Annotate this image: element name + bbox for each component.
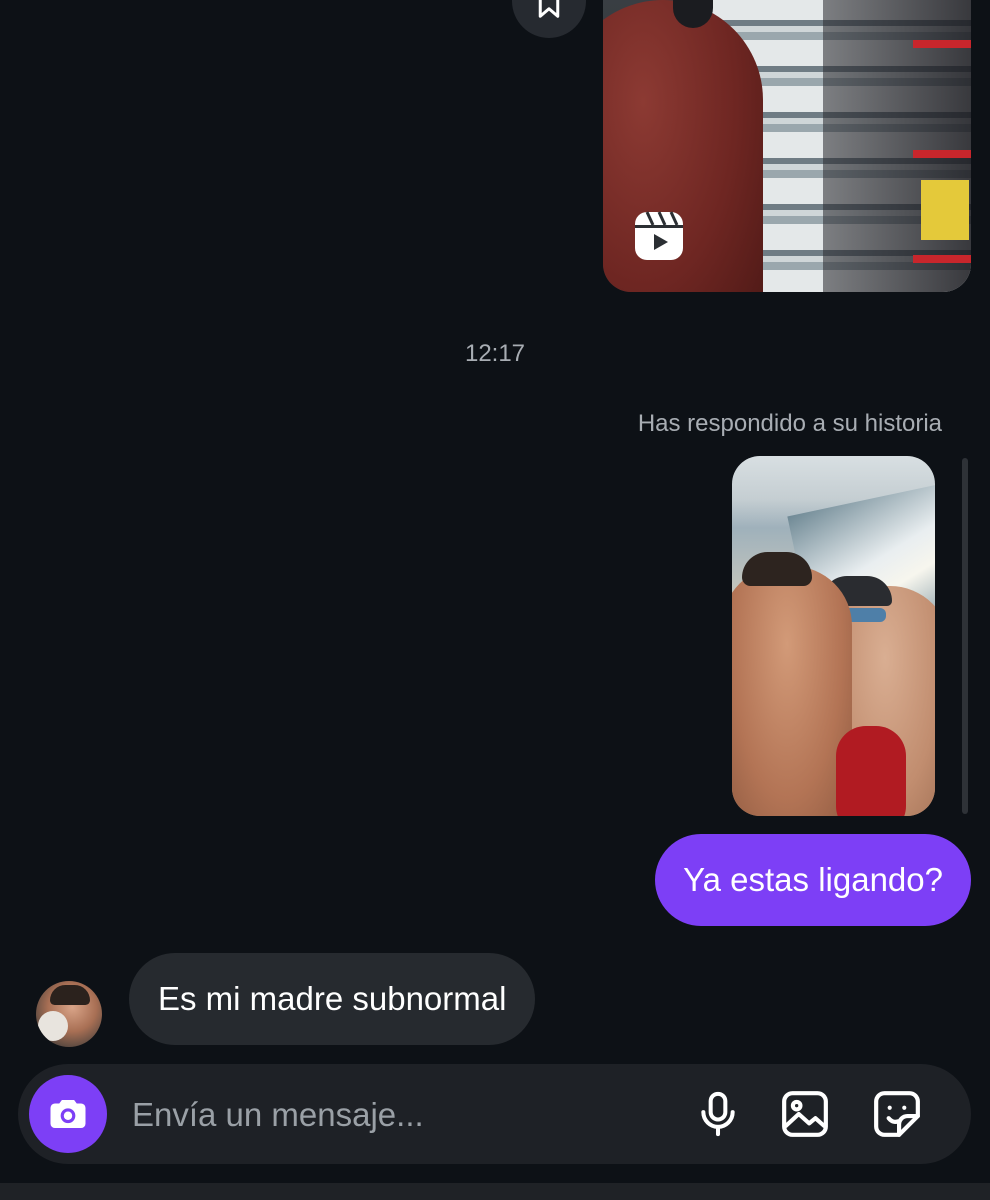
chat-screen: 12:17 Has respondido a su historia Ya es… — [0, 0, 990, 1200]
story-thumbnail[interactable] — [732, 456, 935, 816]
image-icon — [782, 1091, 828, 1137]
scrollbar[interactable] — [962, 458, 968, 814]
message-timestamp: 12:17 — [464, 340, 526, 367]
sticker-button[interactable] — [869, 1086, 925, 1142]
contact-avatar[interactable] — [36, 981, 102, 1047]
camera-icon — [50, 1100, 86, 1128]
bookmark-icon — [538, 0, 560, 18]
voice-message-button[interactable] — [690, 1086, 746, 1142]
message-input[interactable] — [130, 1088, 674, 1142]
sent-message-bubble[interactable]: Ya estas ligando? — [655, 834, 971, 926]
gallery-button[interactable] — [777, 1086, 833, 1142]
shared-reel-thumbnail[interactable] — [603, 0, 971, 292]
received-message-bubble[interactable]: Es mi madre subnormal — [129, 953, 536, 1045]
sticker-icon — [874, 1091, 920, 1137]
bottom-bar — [0, 1183, 990, 1200]
reels-icon — [635, 211, 683, 260]
message-composer — [18, 1064, 971, 1164]
camera-button[interactable] — [29, 1075, 107, 1153]
microphone-icon — [701, 1091, 735, 1137]
story-reply-note: Has respondido a su historia — [637, 410, 942, 437]
save-reel-button[interactable] — [512, 0, 586, 38]
